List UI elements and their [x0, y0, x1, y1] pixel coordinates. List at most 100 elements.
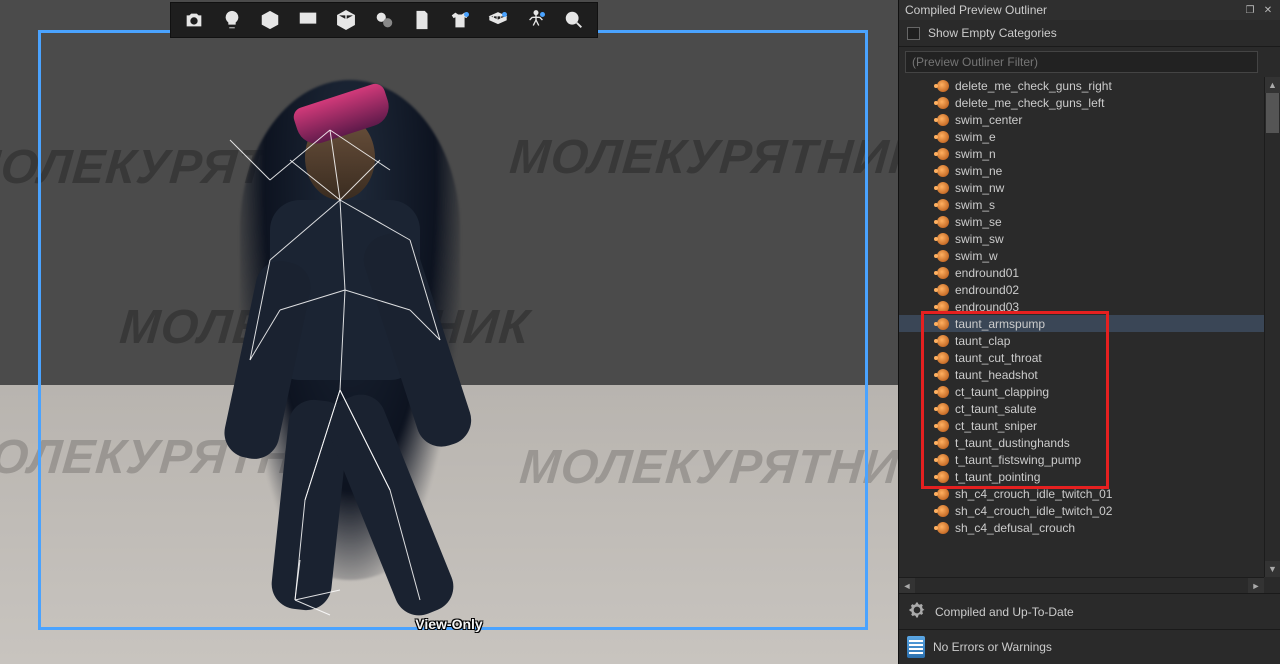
tree-item-label: delete_me_check_guns_left — [955, 96, 1104, 110]
tree-item[interactable]: sh_c4_crouch_idle_twitch_01 — [899, 485, 1264, 502]
show-empty-label: Show Empty Categories — [928, 26, 1057, 40]
outliner-filter-input[interactable] — [905, 51, 1258, 73]
wire-cube-icon[interactable] — [327, 4, 365, 36]
animation-icon — [937, 454, 949, 466]
tshirt-icon[interactable] — [441, 4, 479, 36]
tree-item-label: swim_n — [955, 147, 996, 161]
tree-item-label: t_taunt_pointing — [955, 470, 1040, 484]
outliner-panel: Compiled Preview Outliner ❐ ✕ Show Empty… — [898, 0, 1280, 664]
tree-item[interactable]: delete_me_check_guns_right — [899, 77, 1264, 94]
tree-item[interactable]: delete_me_check_guns_left — [899, 94, 1264, 111]
tree-item[interactable]: swim_w — [899, 247, 1264, 264]
animation-icon — [937, 505, 949, 517]
vertical-scrollbar[interactable]: ▲ ▼ — [1264, 77, 1280, 577]
undock-icon[interactable]: ❐ — [1244, 4, 1256, 16]
tree-item[interactable]: ct_taunt_clapping — [899, 383, 1264, 400]
animation-icon — [937, 97, 949, 109]
tree-item[interactable]: swim_n — [899, 145, 1264, 162]
animation-icon — [937, 403, 949, 415]
horizontal-scrollbar[interactable]: ◄ ► — [899, 577, 1264, 593]
tree-item[interactable]: sh_c4_crouch_idle_twitch_02 — [899, 502, 1264, 519]
tree-item-label: swim_ne — [955, 164, 1002, 178]
animation-icon — [937, 522, 949, 534]
close-icon[interactable]: ✕ — [1262, 4, 1274, 16]
errors-status-row[interactable]: No Errors or Warnings — [899, 629, 1280, 664]
animation-icon — [937, 148, 949, 160]
tree-item-label: endround02 — [955, 283, 1019, 297]
document-icon[interactable] — [403, 4, 441, 36]
tree-item[interactable]: swim_nw — [899, 179, 1264, 196]
animation-icon — [937, 267, 949, 279]
camera-icon[interactable] — [175, 4, 213, 36]
tree-item[interactable]: t_taunt_pointing — [899, 468, 1264, 485]
tree-item-label: taunt_cut_throat — [955, 351, 1042, 365]
tree-item[interactable]: swim_se — [899, 213, 1264, 230]
tree-item[interactable]: ct_taunt_salute — [899, 400, 1264, 417]
animation-icon — [937, 437, 949, 449]
tree-item[interactable]: ct_taunt_sniper — [899, 417, 1264, 434]
scroll-left-icon[interactable]: ◄ — [899, 578, 915, 593]
animation-icon — [937, 216, 949, 228]
tree-item[interactable]: sh_c4_defusal_crouch — [899, 519, 1264, 536]
tree-item-label: sh_c4_defusal_crouch — [955, 521, 1075, 535]
tree-item-label: swim_center — [955, 113, 1022, 127]
scroll-down-icon[interactable]: ▼ — [1265, 561, 1280, 577]
tree-item-label: ct_taunt_salute — [955, 402, 1036, 416]
tree-item[interactable]: endround02 — [899, 281, 1264, 298]
tree-item-label: taunt_headshot — [955, 368, 1038, 382]
grid-icon[interactable] — [479, 4, 517, 36]
compile-status-row[interactable]: Compiled and Up-To-Date — [899, 593, 1280, 629]
tree-item[interactable]: swim_e — [899, 128, 1264, 145]
tree-item[interactable]: endround03 — [899, 298, 1264, 315]
tree-item-label: ct_taunt_sniper — [955, 419, 1037, 433]
skeleton-icon[interactable] — [517, 4, 555, 36]
scroll-up-icon[interactable]: ▲ — [1265, 77, 1280, 93]
materials-icon[interactable] — [365, 4, 403, 36]
magnifier-icon[interactable] — [555, 4, 593, 36]
compile-status-label: Compiled and Up-To-Date — [935, 605, 1074, 619]
cube-icon[interactable] — [251, 4, 289, 36]
tree-item-label: taunt_armspump — [955, 317, 1045, 331]
outliner-tree[interactable]: delete_me_check_guns_right delete_me_chec… — [899, 77, 1264, 577]
scroll-thumb[interactable] — [1266, 93, 1279, 133]
tree-item[interactable]: taunt_clap — [899, 332, 1264, 349]
panel-header: Compiled Preview Outliner ❐ ✕ — [899, 0, 1280, 20]
show-empty-checkbox[interactable] — [907, 27, 920, 40]
viewport-toolbar — [170, 2, 598, 38]
tree-item[interactable]: taunt_armspump — [899, 315, 1264, 332]
scroll-right-icon[interactable]: ► — [1248, 578, 1264, 593]
show-empty-row[interactable]: Show Empty Categories — [899, 20, 1280, 47]
animation-icon — [937, 369, 949, 381]
animation-icon — [937, 420, 949, 432]
tree-item-label: swim_sw — [955, 232, 1004, 246]
tree-item-label: swim_se — [955, 215, 1002, 229]
tree-item-label: endround03 — [955, 300, 1019, 314]
tree-item[interactable]: endround01 — [899, 264, 1264, 281]
panel-title: Compiled Preview Outliner — [905, 3, 1047, 17]
lightbulb-icon[interactable] — [213, 4, 251, 36]
monitor-icon[interactable] — [289, 4, 327, 36]
tree-item[interactable]: t_taunt_fistswing_pump — [899, 451, 1264, 468]
character-model[interactable] — [210, 60, 490, 620]
tree-item-label: endround01 — [955, 266, 1019, 280]
tree-item-label: t_taunt_dustinghands — [955, 436, 1070, 450]
animation-icon — [937, 80, 949, 92]
animation-icon — [937, 131, 949, 143]
scroll-corner — [1264, 577, 1280, 593]
animation-icon — [937, 250, 949, 262]
tree-item-label: swim_w — [955, 249, 998, 263]
tree-item-label: t_taunt_fistswing_pump — [955, 453, 1081, 467]
tree-item[interactable]: t_taunt_dustinghands — [899, 434, 1264, 451]
animation-icon — [937, 114, 949, 126]
tree-item[interactable]: swim_sw — [899, 230, 1264, 247]
animation-icon — [937, 233, 949, 245]
animation-icon — [937, 284, 949, 296]
viewport-3d[interactable]: МОЛЕКУРЯТНИК МОЛЕКУРЯТНИК МОЛЕКУРЯТНИК М… — [0, 0, 898, 664]
tree-item[interactable]: taunt_headshot — [899, 366, 1264, 383]
tree-item[interactable]: swim_s — [899, 196, 1264, 213]
tree-item[interactable]: swim_center — [899, 111, 1264, 128]
tree-item-label: ct_taunt_clapping — [955, 385, 1049, 399]
animation-icon — [937, 488, 949, 500]
tree-item[interactable]: taunt_cut_throat — [899, 349, 1264, 366]
tree-item[interactable]: swim_ne — [899, 162, 1264, 179]
